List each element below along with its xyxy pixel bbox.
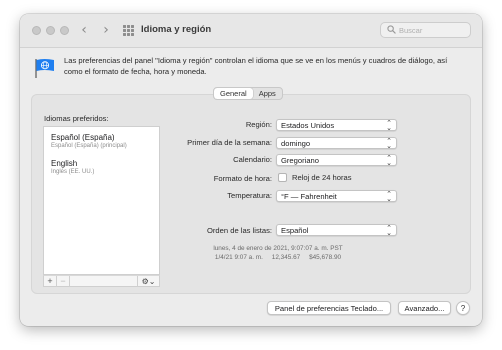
- region-value: Estados Unidos: [281, 121, 335, 130]
- 24-hour-clock-label[interactable]: Reloj de 24 horas: [292, 173, 352, 182]
- search-field[interactable]: Buscar: [380, 22, 471, 38]
- titlebar: ‹ › Idioma y región Buscar: [20, 14, 482, 48]
- search-placeholder: Buscar: [399, 26, 423, 35]
- add-language-button[interactable]: +: [44, 276, 57, 287]
- gear-icon[interactable]: ⚙︎⌄: [137, 276, 159, 287]
- tab-apps[interactable]: Apps: [253, 88, 282, 99]
- tab-general[interactable]: General: [214, 88, 253, 99]
- panel-description: Las preferencias del panel "Idioma y reg…: [64, 56, 448, 76]
- preferred-languages-label: Idiomas preferidos:: [44, 114, 109, 123]
- search-icon: [387, 25, 396, 34]
- language-region-flag-icon: [35, 59, 54, 78]
- chevron-updown-icon: ⌃ ⌄: [386, 154, 392, 167]
- preferences-window: ‹ › Idioma y región Buscar Las preferenc…: [20, 14, 482, 326]
- first-day-value: domingo: [281, 139, 311, 148]
- temperature-value: °F — Fahrenheit: [281, 192, 337, 201]
- calendar-value: Gregoriano: [281, 156, 319, 165]
- language-list-toolbar: + − ⚙︎⌄: [43, 275, 160, 287]
- temperature-label: Temperatura:: [227, 191, 272, 200]
- region-popup[interactable]: Estados Unidos ⌃ ⌄: [276, 119, 397, 132]
- remove-language-button[interactable]: −: [57, 276, 70, 287]
- chevron-updown-icon: ⌃ ⌄: [386, 224, 392, 237]
- first-day-label: Primer día de la semana:: [187, 138, 272, 147]
- advanced-button[interactable]: Avanzado...: [398, 301, 451, 315]
- chevron-updown-icon: ⌃ ⌄: [386, 190, 392, 203]
- region-label: Región:: [245, 120, 272, 129]
- calendar-label: Calendario:: [233, 155, 272, 164]
- forward-icon[interactable]: ›: [99, 22, 113, 38]
- time-format-label: Formato de hora:: [213, 174, 272, 183]
- list-order-popup[interactable]: Español ⌃ ⌄: [276, 224, 397, 237]
- zoom-window-button[interactable]: [60, 26, 69, 35]
- language-subtitle: Español (España) (principal): [51, 143, 127, 149]
- calendar-popup[interactable]: Gregoriano ⌃ ⌄: [276, 154, 397, 167]
- list-item[interactable]: Español (España) Español (España) (princ…: [51, 133, 127, 149]
- language-name: Español (España): [51, 133, 115, 142]
- back-icon[interactable]: ‹: [77, 22, 91, 38]
- window-title: Idioma y región: [141, 24, 212, 35]
- language-name: English: [51, 159, 78, 168]
- close-window-button[interactable]: [32, 26, 41, 35]
- chevron-updown-icon: ⌃ ⌄: [386, 119, 392, 132]
- list-order-label: Orden de las listas:: [207, 226, 272, 235]
- temperature-popup[interactable]: °F — Fahrenheit ⌃ ⌄: [276, 190, 397, 203]
- number-sample: 1/4/21 9:07 a. m. 12,345.67 $45,678.90: [214, 254, 342, 261]
- preferred-languages-list[interactable]: Español (España) Español (España) (princ…: [43, 126, 160, 275]
- help-button[interactable]: ?: [456, 301, 470, 315]
- minimize-window-button[interactable]: [46, 26, 55, 35]
- show-all-grid-icon[interactable]: [123, 25, 134, 36]
- list-item[interactable]: English Inglés (EE. UU.): [51, 159, 94, 175]
- tab-bar: General Apps: [213, 87, 283, 100]
- language-subtitle: Inglés (EE. UU.): [51, 169, 95, 175]
- date-sample: lunes, 4 de enero de 2021, 9:07:07 a. m.…: [213, 245, 343, 252]
- first-day-popup[interactable]: domingo ⌃ ⌄: [276, 137, 397, 150]
- keyboard-preferences-button[interactable]: Panel de preferencias Teclado...: [267, 301, 391, 315]
- chevron-updown-icon: ⌃ ⌄: [386, 137, 392, 150]
- 24-hour-clock-checkbox[interactable]: [278, 173, 287, 182]
- list-order-value: Español: [281, 226, 309, 235]
